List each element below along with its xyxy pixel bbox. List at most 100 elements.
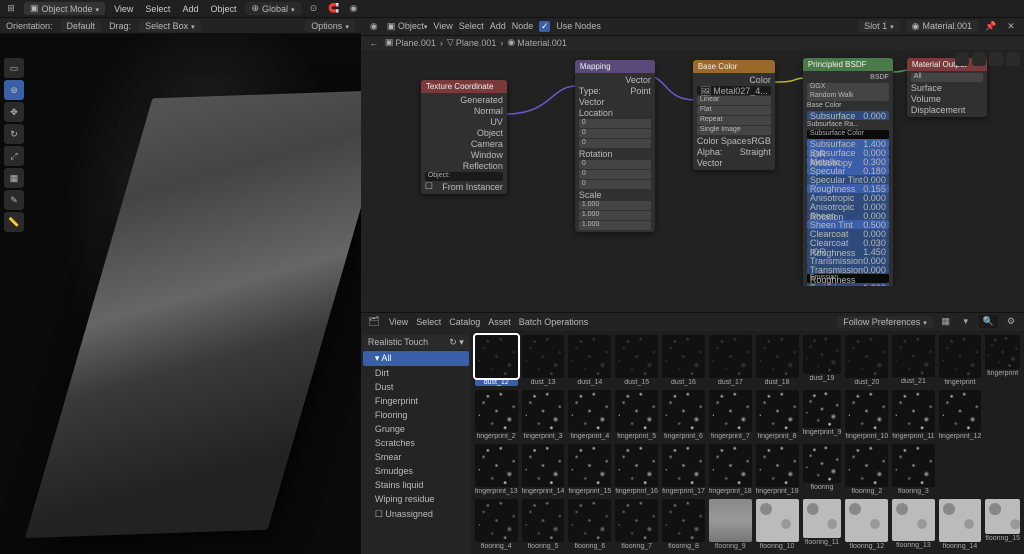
overlay-btn-2[interactable] (972, 52, 986, 66)
asset-item[interactable]: flooring_14 (939, 499, 982, 550)
asset-item[interactable]: dust_16 (662, 335, 705, 386)
pivot-icon[interactable]: ⊙ (307, 2, 321, 16)
editor-type-icon[interactable]: ◉ (367, 19, 381, 33)
interp-linear[interactable]: Linear (697, 96, 771, 105)
asset-search[interactable]: 🔍 (979, 315, 998, 328)
node-base-color[interactable]: Base Color Color 🖼 Metal027_4... Linear … (693, 60, 775, 170)
close-icon[interactable]: ✕ (1004, 19, 1018, 33)
cat-fingerprint[interactable]: Fingerprint (363, 394, 469, 408)
bsdf-clearcoat-roughness[interactable]: Clearcoat Roughness0.030 (807, 238, 889, 247)
crumb-material[interactable]: ◉ Material.001 (507, 37, 566, 48)
asset-item[interactable]: fingerprint_7 (709, 390, 752, 441)
bsdf-emission-strength[interactable]: Emission Strength1.000 (807, 283, 889, 286)
socket-surface[interactable]: Surface (911, 83, 983, 93)
subsurf-method[interactable]: Random Walk (807, 92, 889, 101)
menu-add[interactable]: Add (179, 4, 201, 14)
slot-dropdown[interactable]: Slot 1 (858, 20, 900, 32)
cat-smear[interactable]: Smear (363, 450, 469, 464)
menu-view[interactable]: View (111, 4, 136, 14)
overlay-btn-3[interactable] (989, 52, 1003, 66)
node-menu-add[interactable]: Add (490, 21, 506, 31)
asset-item[interactable]: dust_14 (568, 335, 611, 386)
asset-menu-batch[interactable]: Batch Operations (519, 317, 589, 327)
asset-item[interactable]: dust_18 (756, 335, 799, 386)
node-canvas[interactable]: Texture Coordinate Generated Normal UV O… (361, 50, 1024, 286)
asset-item[interactable]: fingerprint_10 (845, 390, 888, 441)
bsdf-subsurface-color[interactable]: Subsurface Color (807, 130, 889, 139)
node-principled-bsdf[interactable]: Principled BSDF BSDF GGX Random Walk Bas… (803, 58, 893, 286)
asset-item[interactable]: flooring_2 (845, 444, 888, 495)
asset-item[interactable]: flooring_10 (756, 499, 799, 550)
bsdf-subsurface-ior[interactable]: Subsurface IOR1.400 (807, 139, 889, 148)
3d-viewport[interactable]: ▭ ⊕ ✥ ↻ ⤢ ▦ ✎ 📏 (0, 34, 361, 554)
asset-item[interactable]: fingerprint_2 (475, 390, 518, 441)
from-instancer-checkbox[interactable]: ☐From Instancer (425, 182, 503, 192)
socket-normal[interactable]: Normal (425, 106, 503, 116)
cat-smudges[interactable]: Smudges (363, 464, 469, 478)
bsdf-anisotropic-rotation[interactable]: Anisotropic Rotation0.000 (807, 202, 889, 211)
object-field[interactable]: Object: (425, 172, 503, 181)
cat-stains-liquid[interactable]: Stains liquid (363, 478, 469, 492)
asset-item[interactable]: dust_12 (475, 335, 518, 386)
socket-uv[interactable]: UV (425, 117, 503, 127)
cat-wiping-residue[interactable]: Wiping residue (363, 492, 469, 506)
asset-item[interactable]: flooring_6 (568, 499, 611, 550)
asset-item[interactable]: fingerprint_16 (615, 444, 658, 495)
socket-window[interactable]: Window (425, 150, 503, 160)
filter-icon[interactable]: ▾ (959, 315, 973, 329)
node-menu-select[interactable]: Select (459, 21, 484, 31)
cat-dirt[interactable]: Dirt (363, 366, 469, 380)
proportional-edit[interactable]: ◉ (347, 2, 361, 16)
asset-item[interactable]: fingerprint_13 (475, 444, 518, 495)
editor-type-icon[interactable]: 🗂 (367, 315, 381, 329)
back-icon[interactable]: ← (367, 36, 381, 50)
mode-dropdown[interactable]: ▣ Object Mode (24, 2, 105, 15)
asset-item[interactable]: fingerprint_15 (568, 444, 611, 495)
asset-item[interactable]: fingerprint_12 (939, 390, 982, 441)
asset-item[interactable]: fingerprint_9 (803, 390, 842, 441)
asset-item[interactable]: fingerprint (939, 335, 982, 386)
tool-select[interactable]: ⊕ (4, 80, 24, 100)
asset-item[interactable]: flooring_15 (985, 499, 1020, 550)
use-nodes-checkbox[interactable]: ✓ (539, 21, 550, 32)
node-menu-node[interactable]: Node (512, 21, 534, 31)
asset-menu-select[interactable]: Select (416, 317, 441, 327)
tool-annotate[interactable]: ✎ (4, 190, 24, 210)
bsdf-clearcoat[interactable]: Clearcoat0.000 (807, 229, 889, 238)
distribution[interactable]: GGX (807, 83, 889, 92)
asset-item[interactable]: fingerprint (985, 335, 1020, 386)
scl-x[interactable]: 1.000 (579, 201, 651, 210)
shader-type-dropdown[interactable]: ▣ Object (387, 21, 428, 32)
tool-transform[interactable]: ▦ (4, 168, 24, 188)
cat-all[interactable]: ▾ All (363, 351, 469, 366)
overlay-btn-4[interactable] (1006, 52, 1020, 66)
scl-y[interactable]: 1.000 (579, 211, 651, 220)
display-grid-icon[interactable]: ▦ (939, 315, 953, 329)
asset-menu-catalog[interactable]: Catalog (449, 317, 480, 327)
menu-select[interactable]: Select (142, 4, 173, 14)
rot-x[interactable]: 0 (579, 160, 651, 169)
crumb-object[interactable]: ▣ Plane.001 (385, 37, 436, 48)
bsdf-transmission-roughness[interactable]: Transmission Roughness0.000 (807, 265, 889, 274)
options-dropdown[interactable]: Options (305, 20, 355, 32)
socket-generated[interactable]: Generated (425, 95, 503, 105)
bsdf-subsurface[interactable]: Subsurface0.000 (807, 111, 889, 120)
asset-item[interactable]: dust_15 (615, 335, 658, 386)
asset-item[interactable]: fingerprint_14 (522, 444, 565, 495)
asset-item[interactable]: flooring (803, 444, 842, 495)
asset-item[interactable]: fingerprint_4 (568, 390, 611, 441)
asset-item[interactable]: fingerprint_19 (756, 444, 799, 495)
loc-x[interactable]: 0 (579, 119, 651, 128)
asset-item[interactable]: dust_17 (709, 335, 752, 386)
settings-icon[interactable]: ⚙ (1004, 315, 1018, 329)
target[interactable]: All (911, 73, 983, 82)
asset-menu-view[interactable]: View (389, 317, 408, 327)
snap-toggle[interactable]: 🧲 (327, 2, 341, 16)
node-menu-view[interactable]: View (433, 21, 452, 31)
bsdf-roughness[interactable]: Roughness0.155 (807, 184, 889, 193)
tool-measure[interactable]: 📏 (4, 212, 24, 232)
socket-camera[interactable]: Camera (425, 139, 503, 149)
transform-orientation[interactable]: ⊕ Global (245, 2, 300, 15)
drag-dropdown[interactable]: Select Box (139, 20, 201, 32)
asset-item[interactable]: flooring_3 (892, 444, 934, 495)
